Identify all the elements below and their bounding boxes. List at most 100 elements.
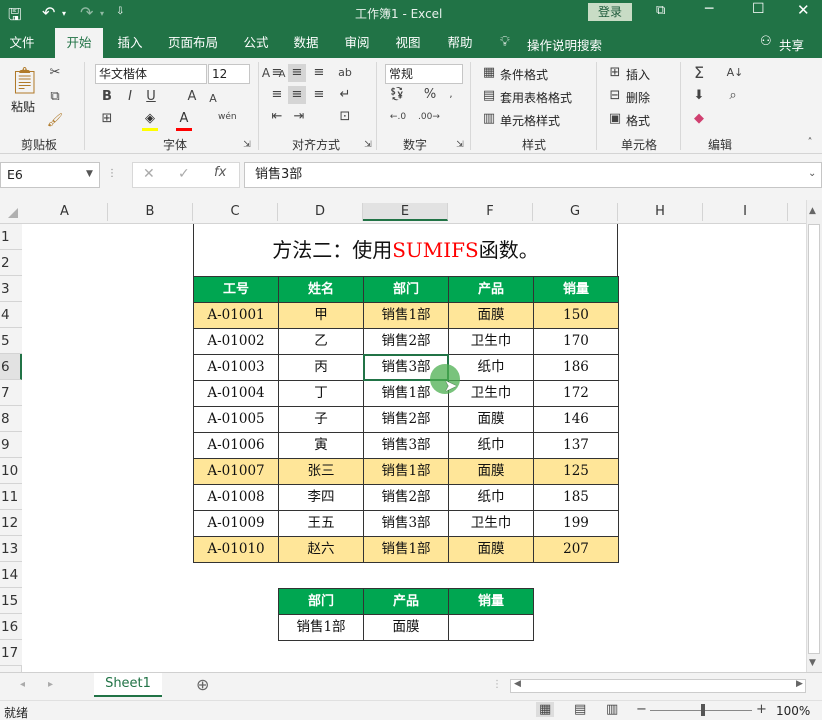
table-cell[interactable]: 146 [533, 406, 619, 433]
zoom-slider-thumb[interactable] [701, 704, 705, 716]
tab-review[interactable]: 审阅 [337, 28, 377, 58]
table-cell[interactable]: 卫生巾 [448, 328, 534, 355]
tab-file[interactable]: 文件 [0, 28, 44, 58]
font-color-icon[interactable]: A [176, 110, 192, 128]
row-header-3[interactable]: 3 [0, 276, 22, 302]
row-header-11[interactable]: 11 [0, 484, 22, 510]
orientation-icon[interactable]: ab [336, 64, 354, 82]
table-cell[interactable]: 面膜 [448, 302, 534, 329]
wrap-text-icon[interactable]: ↵ [336, 86, 354, 104]
conditional-format-button[interactable]: 条件格式 [500, 66, 548, 83]
collapse-ribbon-icon[interactable]: ˄ [804, 134, 816, 152]
row-header-10[interactable]: 10 [0, 458, 22, 484]
table-cell[interactable]: A-01007 [193, 458, 279, 485]
table-cell[interactable]: 137 [533, 432, 619, 459]
select-all-button[interactable] [8, 208, 18, 218]
table-header-name[interactable]: 姓名 [278, 276, 364, 303]
tab-home[interactable]: 开始 [55, 28, 103, 58]
table-cell[interactable]: 子 [278, 406, 364, 433]
table-cell[interactable]: 199 [533, 510, 619, 537]
fill-color-icon[interactable]: ◈ [142, 110, 158, 128]
table-format-icon[interactable]: ▤ [481, 87, 497, 105]
number-dialog-launcher-icon[interactable]: ⇲ [455, 136, 465, 154]
table-cell[interactable]: A-01006 [193, 432, 279, 459]
row-header-2[interactable]: 2 [0, 250, 22, 276]
table-cell[interactable]: 寅 [278, 432, 364, 459]
table-cell[interactable]: A-01004 [193, 380, 279, 407]
row-header-8[interactable]: 8 [0, 406, 22, 432]
table-cell[interactable]: 销售2部 [363, 406, 449, 433]
table-cell[interactable]: 卫生巾 [448, 380, 534, 407]
table-cell[interactable]: 甲 [278, 302, 364, 329]
table-cell[interactable]: 丁 [278, 380, 364, 407]
zoom-in-icon[interactable]: + [756, 702, 767, 717]
column-header-c[interactable]: C [193, 203, 278, 221]
align-center-icon[interactable]: ≡ [288, 86, 306, 104]
column-header-d[interactable]: D [278, 203, 363, 221]
format-cells-icon[interactable]: ▣ [607, 110, 623, 128]
paste-icon[interactable]: 📋︎ [8, 66, 41, 96]
table-cell[interactable]: 面膜 [448, 458, 534, 485]
table-cell[interactable]: 销售1部 [363, 302, 449, 329]
decrease-indent-icon[interactable]: ⇤ [268, 108, 286, 126]
align-right-icon[interactable]: ≡ [310, 86, 328, 104]
row-header-4[interactable]: 4 [0, 302, 22, 328]
align-top-icon[interactable]: ≡ [268, 64, 286, 82]
accounting-format-icon[interactable]: 💱︎ [388, 86, 406, 104]
sort-filter-icon[interactable]: A↓ [724, 64, 746, 82]
tab-insert[interactable]: 插入 [110, 28, 150, 58]
column-header-a[interactable]: A [22, 203, 108, 221]
customize-toolbar-icon[interactable]: ⇩ [116, 6, 124, 17]
table-cell[interactable]: 销售2部 [363, 484, 449, 511]
insert-cells-icon[interactable]: ⊞ [607, 64, 623, 82]
font-grow-icon[interactable]: A [185, 88, 199, 106]
next-sheet-icon[interactable]: ▸ [48, 679, 53, 690]
font-size-dropdown[interactable]: 12 [208, 64, 250, 84]
row-header-17[interactable]: 17 [0, 640, 22, 666]
criteria-header-product[interactable]: 产品 [363, 588, 449, 615]
table-cell[interactable]: 纸巾 [448, 432, 534, 459]
table-header-id[interactable]: 工号 [193, 276, 279, 303]
save-icon[interactable]: 🖫 [8, 4, 22, 31]
italic-icon[interactable]: I [122, 88, 138, 106]
format-painter-icon[interactable]: 🖌︎ [46, 112, 64, 130]
find-select-icon[interactable]: ⌕ [724, 87, 742, 105]
row-header-12[interactable]: 12 [0, 510, 22, 536]
redo-icon[interactable]: ↷ [80, 3, 93, 22]
tell-me-search[interactable]: 操作说明搜索 [527, 35, 602, 54]
table-cell[interactable]: 张三 [278, 458, 364, 485]
phonetic-icon[interactable]: wén [218, 108, 237, 126]
table-cell[interactable]: 面膜 [448, 406, 534, 433]
scroll-up-icon[interactable]: ▲ [809, 206, 816, 216]
table-cell[interactable]: 纸巾 [448, 354, 534, 381]
percent-icon[interactable]: % [422, 86, 438, 104]
ribbon-display-icon[interactable]: ⧉ [656, 3, 665, 18]
align-middle-icon[interactable]: ≡ [288, 64, 306, 82]
autosum-icon[interactable]: Σ [690, 64, 708, 82]
table-cell[interactable]: 207 [533, 536, 619, 563]
share-button[interactable]: 共享 [779, 35, 804, 54]
copy-icon[interactable]: ⧉ [46, 88, 64, 106]
column-header-g[interactable]: G [533, 203, 618, 221]
scroll-down-icon[interactable]: ▼ [809, 658, 816, 668]
tab-page-layout[interactable]: 页面布局 [160, 28, 226, 58]
row-header-1[interactable]: 1 [0, 224, 22, 250]
clear-icon[interactable]: ◆ [690, 110, 708, 128]
tab-view[interactable]: 视图 [388, 28, 428, 58]
criteria-header-sales[interactable]: 销量 [448, 588, 534, 615]
criteria-header-dept[interactable]: 部门 [278, 588, 364, 615]
cancel-icon[interactable]: ✕ [143, 166, 155, 182]
font-dialog-launcher-icon[interactable]: ⇲ [242, 136, 252, 154]
spreadsheet-grid[interactable]: A B C D E F G H I 1 2 3 4 5 6 7 8 9 10 1… [0, 200, 822, 672]
row-header-15[interactable]: 15 [0, 588, 22, 614]
undo-dropdown-icon[interactable]: ▾ [62, 9, 66, 18]
page-break-view-icon[interactable]: ▥ [606, 702, 618, 717]
cut-icon[interactable]: ✂ [46, 64, 64, 82]
row-header-9[interactable]: 9 [0, 432, 22, 458]
decrease-decimal-icon[interactable]: .00→ [418, 108, 440, 126]
delete-cells-button[interactable]: 删除 [626, 89, 650, 106]
name-box[interactable]: E6 [0, 162, 100, 188]
table-cell[interactable]: 150 [533, 302, 619, 329]
page-layout-view-icon[interactable]: ▤ [574, 702, 586, 717]
name-box-dropdown-icon[interactable]: ▼ [86, 169, 93, 179]
